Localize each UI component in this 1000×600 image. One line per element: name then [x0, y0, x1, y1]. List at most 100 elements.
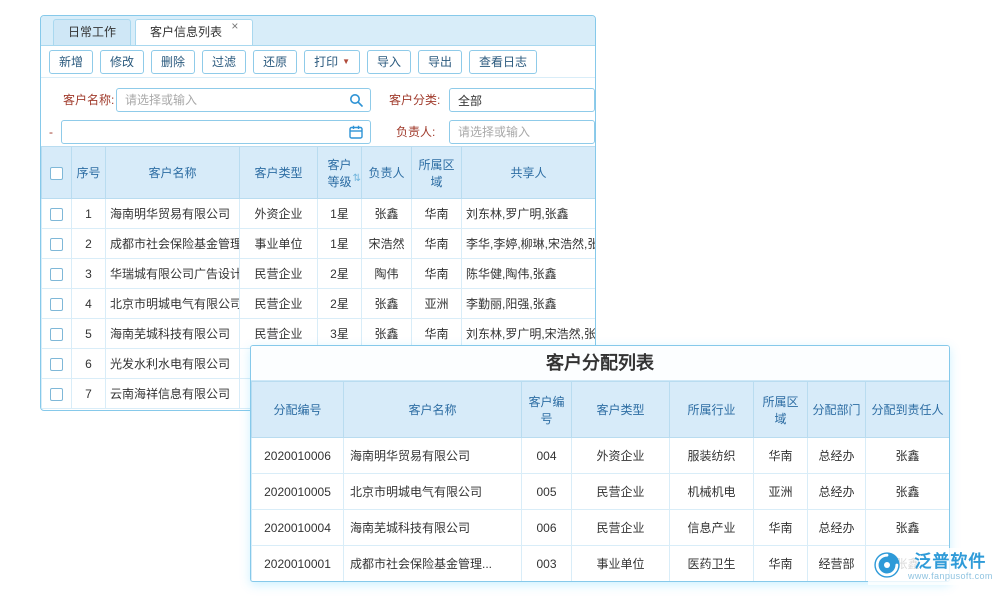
table-row[interactable]: 3 华瑞城有限公司广告设计部 民营企业 2星 陶伟 华南 陈华健,陶伟,张鑫 [42, 259, 596, 289]
cell-customer-name[interactable]: 海南芜城科技有限公司 [106, 319, 240, 349]
header-customer-no: 客户编号 [522, 382, 572, 438]
cell-customer-no: 003 [522, 546, 572, 582]
watermark-brand: 泛普软件 [914, 552, 986, 571]
select-all-checkbox[interactable] [50, 167, 63, 180]
cell-customer-name[interactable]: 海南芜城科技有限公司 [344, 510, 522, 546]
header-customer-level-label: 客户等级 [327, 158, 351, 189]
view-log-button[interactable]: 查看日志 [469, 50, 537, 74]
header-customer-name: 客户名称 [106, 147, 240, 199]
cell-owner[interactable]: 张鑫 [362, 289, 412, 319]
row-checkbox[interactable] [50, 268, 63, 281]
cell-region: 华南 [754, 546, 808, 582]
delete-button[interactable]: 删除 [151, 50, 195, 74]
row-checkbox[interactable] [50, 358, 63, 371]
cell-customer-type: 事业单位 [572, 546, 670, 582]
table-row[interactable]: 2020010004 海南芜城科技有限公司 006 民营企业 信息产业 华南 总… [252, 510, 950, 546]
cell-seq: 6 [72, 349, 106, 379]
cell-customer-name[interactable]: 海南明华贸易有限公司 [344, 438, 522, 474]
customer-name-input[interactable] [116, 88, 371, 112]
cell-customer-name[interactable]: 成都市社会保险基金管理... [344, 546, 522, 582]
table-row[interactable]: 4 北京市明城电气有限公司 民营企业 2星 张鑫 亚洲 李勤丽,阳强,张鑫 [42, 289, 596, 319]
checkbox-cell [42, 349, 72, 379]
table-row[interactable]: 2020010001 成都市社会保险基金管理... 003 事业单位 医药卫生 … [252, 546, 950, 582]
header-shared: 共享人 [462, 147, 596, 199]
header-owner: 负责人 [362, 147, 412, 199]
table-row[interactable]: 2020010006 海南明华贸易有限公司 004 外资企业 服装纺织 华南 总… [252, 438, 950, 474]
row-checkbox[interactable] [50, 388, 63, 401]
owner-label: 负责人: [396, 120, 435, 144]
close-icon[interactable]: × [231, 19, 238, 33]
watermark-url: www.fanpusoft.com [908, 571, 993, 581]
cell-owner[interactable]: 陶伟 [362, 259, 412, 289]
cell-owner[interactable]: 张鑫 [362, 319, 412, 349]
row-checkbox[interactable] [50, 208, 63, 221]
cell-alloc-dept: 经营部 [808, 546, 866, 582]
cell-customer-name[interactable]: 成都市社会保险基金管理... [106, 229, 240, 259]
cell-shared: 陈华健,陶伟,张鑫 [462, 259, 596, 289]
tab-daily-work[interactable]: 日常工作 [53, 19, 131, 45]
table-row[interactable]: 2 成都市社会保险基金管理... 事业单位 1星 宋浩然 华南 李华,李婷,柳琳… [42, 229, 596, 259]
cell-customer-type: 民营企业 [240, 289, 318, 319]
customer-category-select[interactable] [449, 88, 595, 112]
cell-seq: 3 [72, 259, 106, 289]
cell-alloc-no[interactable]: 2020010006 [252, 438, 344, 474]
cell-customer-name[interactable]: 光发水利水电有限公司 [106, 349, 240, 379]
cell-assignee[interactable]: 张鑫 [866, 438, 950, 474]
cell-customer-name[interactable]: 华瑞城有限公司广告设计部 [106, 259, 240, 289]
filter-button[interactable]: 过滤 [202, 50, 246, 74]
tab-label: 客户信息列表 [150, 25, 222, 39]
cell-alloc-no[interactable]: 2020010005 [252, 474, 344, 510]
cell-region: 华南 [412, 259, 462, 289]
cell-region: 华南 [754, 438, 808, 474]
restore-button[interactable]: 还原 [253, 50, 297, 74]
import-button[interactable]: 导入 [367, 50, 411, 74]
sort-icon[interactable]: ⇅ [353, 173, 361, 184]
cell-customer-name[interactable]: 海南明华贸易有限公司 [106, 199, 240, 229]
chevron-down-icon: ▼ [342, 58, 350, 66]
cell-assignee[interactable]: 张鑫 [866, 510, 950, 546]
calendar-icon[interactable] [349, 125, 363, 139]
cell-customer-no: 006 [522, 510, 572, 546]
print-button[interactable]: 打印 ▼ [304, 50, 360, 74]
date-to-input[interactable] [61, 120, 371, 144]
cell-customer-type: 民营企业 [240, 319, 318, 349]
cell-alloc-no[interactable]: 2020010001 [252, 546, 344, 582]
row-checkbox[interactable] [50, 328, 63, 341]
add-button[interactable]: 新增 [49, 50, 93, 74]
cell-region: 华南 [412, 319, 462, 349]
tab-customer-info-list[interactable]: 客户信息列表 × [135, 19, 253, 45]
cell-alloc-dept: 总经办 [808, 438, 866, 474]
cell-shared: 刘东林,罗广明,宋浩然,张鑫 [462, 319, 596, 349]
cell-owner[interactable]: 宋浩然 [362, 229, 412, 259]
cell-customer-type: 事业单位 [240, 229, 318, 259]
cell-customer-name[interactable]: 北京市明城电气有限公司 [106, 289, 240, 319]
header-customer-type: 客户类型 [572, 382, 670, 438]
dialog-title: 客户分配列表 [251, 346, 949, 381]
table-row[interactable]: 5 海南芜城科技有限公司 民营企业 3星 张鑫 华南 刘东林,罗广明,宋浩然,张… [42, 319, 596, 349]
cell-owner[interactable]: 张鑫 [362, 199, 412, 229]
modify-button[interactable]: 修改 [100, 50, 144, 74]
cell-shared: 李华,李婷,柳琳,宋浩然,张鑫 [462, 229, 596, 259]
row-checkbox[interactable] [50, 298, 63, 311]
export-button[interactable]: 导出 [418, 50, 462, 74]
row-checkbox[interactable] [50, 238, 63, 251]
cell-customer-name[interactable]: 云南海祥信息有限公司 [106, 379, 240, 409]
cell-seq: 7 [72, 379, 106, 409]
cell-customer-type: 民营企业 [572, 510, 670, 546]
cell-assignee[interactable]: 张鑫 [866, 474, 950, 510]
cell-customer-type: 外资企业 [572, 438, 670, 474]
customer-table-header-row: 序号 客户名称 客户类型 客户等级 ⇅ 负责人 所属区域 共享人 [42, 147, 596, 199]
header-customer-level: 客户等级 ⇅ [318, 147, 362, 199]
cell-customer-type: 外资企业 [240, 199, 318, 229]
table-row[interactable]: 1 海南明华贸易有限公司 外资企业 1星 张鑫 华南 刘东林,罗广明,张鑫 [42, 199, 596, 229]
search-icon[interactable] [349, 93, 363, 107]
cell-industry: 信息产业 [670, 510, 754, 546]
table-row[interactable]: 2020010005 北京市明城电气有限公司 005 民营企业 机械机电 亚洲 … [252, 474, 950, 510]
cell-region: 亚洲 [754, 474, 808, 510]
owner-input[interactable] [449, 120, 595, 144]
cell-level: 1星 [318, 229, 362, 259]
cell-alloc-no[interactable]: 2020010004 [252, 510, 344, 546]
cell-customer-name[interactable]: 北京市明城电气有限公司 [344, 474, 522, 510]
allocation-table: 分配编号 客户名称 客户编号 客户类型 所属行业 所属区域 分配部门 分配到责任… [251, 381, 950, 582]
cell-industry: 服装纺织 [670, 438, 754, 474]
